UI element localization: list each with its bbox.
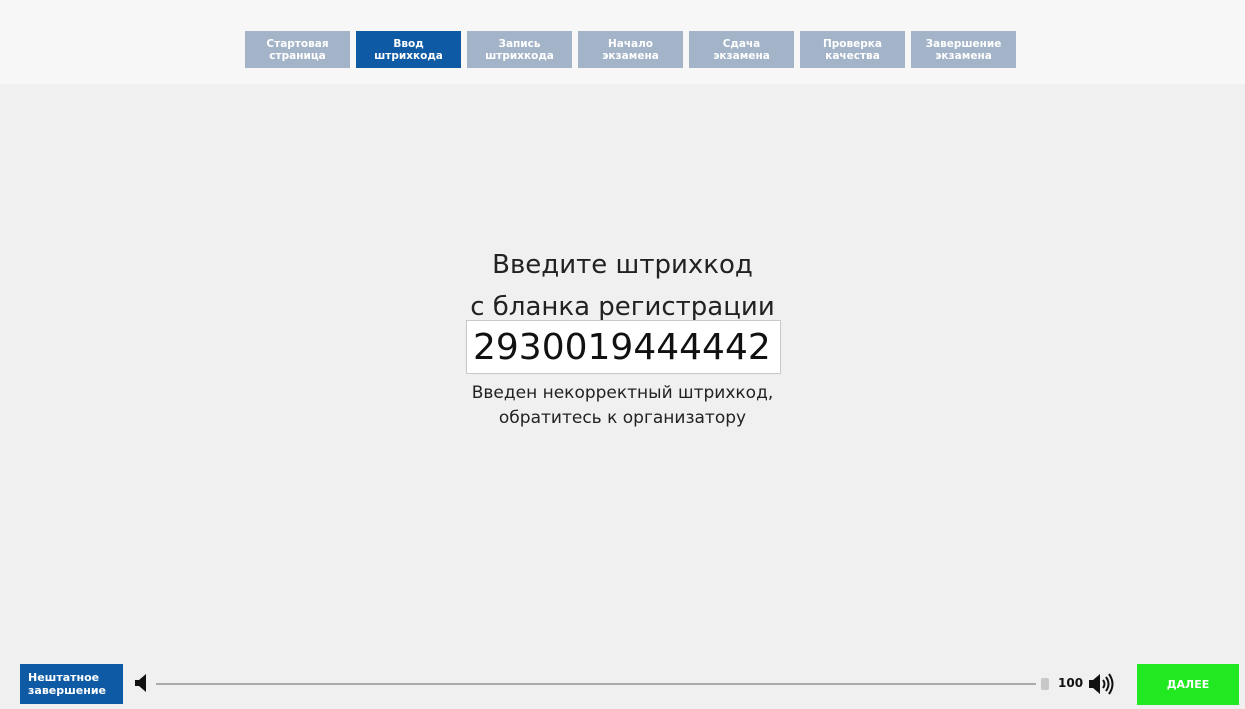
step-label-line1: Проверка bbox=[822, 37, 882, 50]
abort-button[interactable]: Нештатное завершение bbox=[20, 664, 123, 704]
progress-steps: Стартовая страница Ввод штрихкода Запись… bbox=[0, 31, 1245, 68]
volume-slider-track[interactable] bbox=[156, 683, 1036, 685]
step-label-line1: Сдача bbox=[722, 37, 761, 50]
step-label-line1: Стартовая bbox=[266, 37, 329, 50]
step-quality-check[interactable]: Проверка качества bbox=[800, 31, 905, 68]
page-title: Введите штрихкод с бланка регистрации bbox=[0, 244, 1245, 328]
step-exam-finish[interactable]: Завершение экзамена bbox=[911, 31, 1016, 68]
error-line1: Введен некорректный штрихкод, bbox=[471, 383, 774, 403]
abort-label-line1: Нештатное bbox=[28, 671, 100, 684]
step-start-page[interactable]: Стартовая страница bbox=[245, 31, 350, 68]
step-label-line2: экзамена bbox=[935, 49, 992, 62]
step-exam-submit[interactable]: Сдача экзамена bbox=[689, 31, 794, 68]
error-message: Введен некорректный штрихкод, обратитесь… bbox=[0, 381, 1245, 431]
speaker-high-icon[interactable] bbox=[1088, 672, 1116, 696]
volume-slider-thumb[interactable] bbox=[1041, 678, 1049, 690]
step-label-line2: качества bbox=[825, 49, 880, 62]
abort-label-line2: завершение bbox=[28, 684, 107, 697]
step-label-line2: штрихкода bbox=[485, 49, 554, 62]
step-label-line2: штрихкода bbox=[374, 49, 443, 62]
step-exam-start[interactable]: Начало экзамена bbox=[578, 31, 683, 68]
step-label-line1: Запись bbox=[498, 37, 541, 50]
step-barcode-record[interactable]: Запись штрихкода bbox=[467, 31, 572, 68]
next-button[interactable]: ДАЛЕЕ bbox=[1137, 664, 1239, 705]
volume-value: 100 bbox=[1058, 676, 1084, 690]
error-line2: обратитесь к организатору bbox=[498, 408, 747, 428]
step-label-line1: Начало bbox=[607, 37, 654, 50]
speaker-low-icon[interactable] bbox=[134, 673, 148, 693]
step-label-line2: экзамена bbox=[713, 49, 770, 62]
step-label-line1: Ввод bbox=[393, 37, 424, 50]
barcode-input[interactable] bbox=[466, 320, 781, 374]
step-label-line2: экзамена bbox=[602, 49, 659, 62]
step-label-line2: страница bbox=[269, 49, 326, 62]
step-barcode-input[interactable]: Ввод штрихкода bbox=[356, 31, 461, 68]
title-line1: Введите штрихкод bbox=[492, 250, 753, 280]
step-label-line1: Завершение bbox=[925, 37, 1002, 50]
